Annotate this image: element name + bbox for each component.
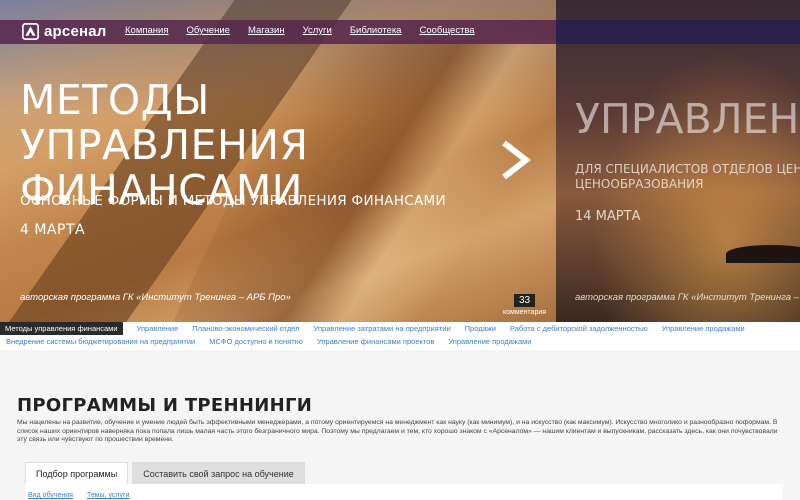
tag-item[interactable]: Управление	[137, 324, 179, 333]
next-slide-subtitle-line1: ДЛЯ СПЕЦИАЛИСТОВ ОТДЕЛОВ ЦЕН	[575, 162, 800, 176]
tag-item[interactable]: Продажи	[465, 324, 496, 333]
tag-item[interactable]: МСФО доступно и понятно	[209, 337, 303, 346]
filter-topics-services[interactable]: Темы, услуги	[87, 492, 129, 499]
tab-program-selection[interactable]: Подбор программы	[25, 462, 129, 485]
nav-item-company[interactable]: Компания	[125, 25, 168, 36]
programs-section: ПРОГРАММЫ И ТРЕННИНГИ Мы нацелены на раз…	[0, 350, 800, 500]
slide-date: 4 МАРТА	[20, 222, 86, 238]
nav-item-education[interactable]: Обучение	[186, 25, 229, 36]
tag-item-active[interactable]: Методы управления финансами	[0, 322, 123, 335]
tag-item[interactable]: Планово-экономический отдел	[192, 324, 299, 333]
slide-subtitle: ОСНОВНЫЕ ФОРМЫ И МЕТОДЫ УПРАВЛЕНИЯ ФИНАН…	[20, 193, 446, 209]
nav-item-library[interactable]: Библиотека	[350, 25, 402, 36]
next-slide-subtitle-line2: ЦЕНООБРАЗОВАНИЯ	[575, 177, 704, 191]
filter-links: Вид обучения Темы, услуги	[25, 484, 783, 499]
nav-item-communities[interactable]: Сообщества	[419, 25, 474, 36]
comments-badge[interactable]: 33 комментария	[503, 290, 546, 316]
filter-training-type[interactable]: Вид обучения	[28, 492, 73, 499]
nav-item-services[interactable]: Услуги	[303, 25, 332, 36]
tag-item[interactable]: Внедрение системы бюджетирования на пред…	[6, 337, 195, 346]
section-description: Мы нацелены на развитие, обучение и умен…	[17, 419, 778, 443]
comments-label: комментария	[503, 309, 547, 316]
chevron-right-icon[interactable]	[498, 140, 532, 180]
arsenal-logo-icon	[22, 23, 39, 40]
main-nav: Компания Обучение Магазин Услуги Библиот…	[125, 25, 493, 36]
section-title: ПРОГРАММЫ И ТРЕННИНГИ	[17, 395, 313, 416]
logo[interactable]: арсенал	[22, 23, 107, 40]
tag-item[interactable]: Работа с дебиторской задолженностью	[510, 324, 648, 333]
nav-item-shop[interactable]: Магазин	[248, 25, 285, 36]
top-navigation-bar-next	[556, 20, 800, 44]
next-slide-subtitle: ДЛЯ СПЕЦИАЛИСТОВ ОТДЕЛОВ ЦЕН ЦЕНООБРАЗОВ…	[575, 162, 800, 192]
tab-panel: Вид обучения Темы, услуги	[25, 484, 783, 500]
tab-custom-request[interactable]: Составить свой запрос на обучение	[132, 462, 305, 485]
slide-next-background[interactable]	[556, 0, 800, 322]
next-slide-author: авторская программа ГК «Институт Тренинг…	[575, 292, 800, 303]
next-slide-title: УПРАВЛЕНИ	[575, 95, 800, 143]
brand-name: арсенал	[44, 23, 107, 40]
tag-item[interactable]: Управление продажами	[448, 337, 531, 346]
tag-item[interactable]: Управление финансами проектов	[317, 337, 434, 346]
top-navigation-bar: арсенал Компания Обучение Магазин Услуги…	[0, 20, 556, 44]
next-slide-date: 14 МАРТА	[575, 209, 641, 224]
tag-row-1: Методы управления финансами Управление П…	[0, 322, 800, 335]
tag-item[interactable]: Управление затратами на предприятии	[314, 324, 451, 333]
program-tabs: Подбор программы Составить свой запрос н…	[25, 462, 309, 485]
comments-count: 33	[513, 294, 536, 307]
tag-row-2: Внедрение системы бюджетирования на пред…	[0, 335, 800, 348]
hero-slider: арсенал Компания Обучение Магазин Услуги…	[0, 0, 800, 322]
topic-tags: Методы управления финансами Управление П…	[0, 322, 800, 350]
tag-item[interactable]: Управление продажами	[662, 324, 745, 333]
slide-author: авторская программа ГК «Институт Тренинг…	[20, 292, 291, 303]
